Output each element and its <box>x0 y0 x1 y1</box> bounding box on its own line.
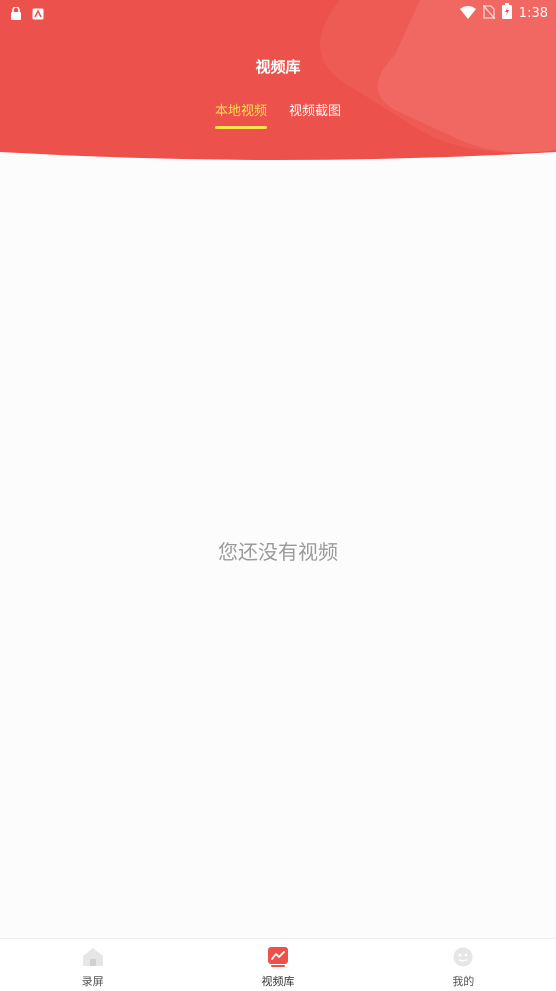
page-title: 视频库 <box>255 58 301 76</box>
status-bar: 1:38 <box>0 0 556 24</box>
active-tab-indicator <box>214 126 267 129</box>
profile-face-icon <box>453 947 473 971</box>
app-notification-icon <box>32 5 44 24</box>
header-background <box>0 0 556 160</box>
nav-item-video-library[interactable]: 视频库 <box>185 939 370 991</box>
nav-label: 视频库 <box>261 975 295 988</box>
empty-state-message: 您还没有视频 <box>218 540 338 564</box>
nav-label: 录屏 <box>81 975 104 988</box>
nav-label: 我的 <box>452 975 475 988</box>
status-time: 1:38 <box>518 5 548 21</box>
tab-local-videos[interactable]: 本地视频 <box>214 100 267 129</box>
home-icon <box>82 947 104 971</box>
wifi-icon <box>459 4 476 23</box>
no-sim-icon <box>482 4 496 23</box>
header: 1:38 视频库 本地视频 视频截图 <box>0 0 556 165</box>
tab-video-screenshots[interactable]: 视频截图 <box>289 100 341 129</box>
lock-notification-icon <box>10 5 22 24</box>
bottom-nav: 录屏 视频库 我的 <box>0 938 556 991</box>
battery-charging-icon <box>501 3 512 23</box>
tab-label: 视频截图 <box>289 104 342 119</box>
nav-item-record[interactable]: 录屏 <box>0 939 185 991</box>
nav-item-mine[interactable]: 我的 <box>371 939 556 991</box>
tab-label: 本地视频 <box>214 104 267 119</box>
chart-icon <box>267 947 288 971</box>
tab-bar: 本地视频 视频截图 <box>0 100 556 129</box>
